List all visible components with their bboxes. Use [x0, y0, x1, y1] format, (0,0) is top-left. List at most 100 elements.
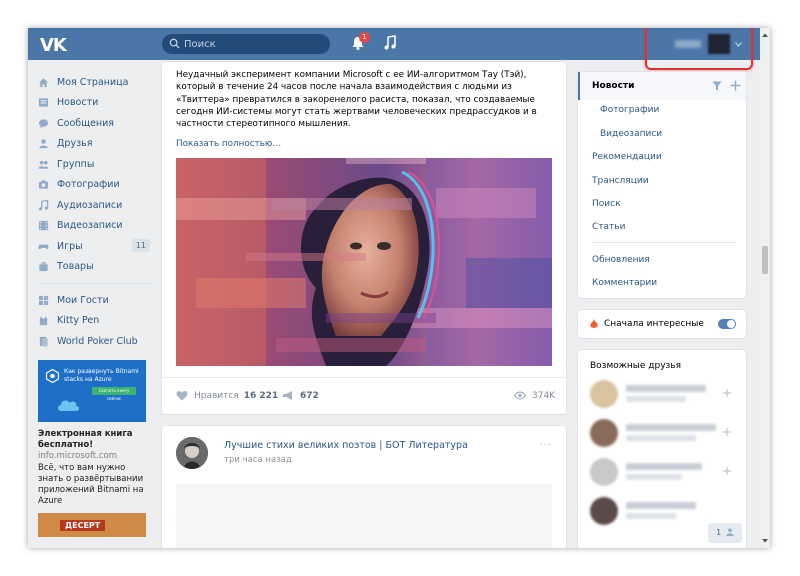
fire-icon — [590, 319, 598, 328]
browser-window: VK 1 Моя Страница Новости — [28, 28, 770, 548]
sidebar-item-video[interactable]: Видеозаписи — [38, 216, 150, 237]
home-icon — [38, 78, 49, 87]
interesting-first-label: Сначала интересные — [604, 319, 704, 329]
ad-banner-button[interactable]: Скачать книгу сейчас — [92, 386, 136, 401]
ad-banner-2[interactable]: ДЕСЕРТ — [38, 512, 146, 537]
menu-item-videos[interactable]: Видеозаписи — [600, 129, 662, 139]
app-grid-icon — [38, 295, 49, 305]
filter-icon[interactable] — [712, 81, 722, 91]
interesting-first-toggle-row[interactable]: Сначала интересные — [578, 310, 746, 338]
like-count: 16 221 — [243, 390, 279, 401]
games-count-badge: 11 — [131, 239, 150, 252]
notification-badge: 1 — [359, 32, 370, 43]
bitnami-logo-icon — [46, 368, 59, 383]
music-note-icon — [384, 35, 396, 50]
menu-item-articles[interactable]: Статьи — [592, 222, 625, 232]
friend-name-blurred — [626, 424, 716, 431]
post-image-placeholder[interactable] — [176, 484, 552, 548]
plus-icon[interactable] — [730, 80, 741, 91]
possible-friends-block: Возможные друзья 1 — [578, 350, 746, 548]
cloud-icon — [58, 400, 79, 411]
search-box[interactable] — [162, 34, 330, 54]
friends-icon — [39, 139, 48, 149]
camera-icon — [38, 180, 49, 189]
news-icon — [38, 98, 49, 107]
sidebar-item-label: Аудиозаписи — [57, 199, 123, 211]
menu-divider — [592, 242, 736, 243]
sidebar-item-label: Друзья — [57, 138, 93, 150]
like-button[interactable]: Нравится 16 221 — [176, 390, 278, 401]
post-menu-button[interactable]: ··· — [539, 440, 552, 451]
ad-title[interactable]: Электронная книга бесплатно! — [38, 429, 150, 451]
menu-item-comments[interactable]: Комментарии — [592, 278, 657, 288]
music-icon — [38, 199, 49, 211]
sidebar-item-label: Игры — [57, 240, 83, 252]
search-icon — [169, 38, 180, 49]
news-filter-menu: Новости Фотографии Видеозаписи Рекоменда… — [578, 72, 746, 298]
menu-item-recommendations[interactable]: Рекомендации — [592, 152, 662, 162]
music-button[interactable] — [383, 35, 397, 51]
notifications-button[interactable]: 1 — [350, 32, 370, 51]
add-friend-icon[interactable] — [722, 427, 732, 437]
groups-icon — [38, 160, 49, 169]
menu-item-search[interactable]: Поиск — [592, 199, 621, 209]
heart-icon — [176, 391, 188, 401]
share-button[interactable]: 672 — [282, 390, 319, 401]
sidebar-app-world-poker[interactable]: World Poker Club — [38, 331, 150, 352]
bag-icon — [39, 262, 48, 272]
megaphone-icon — [283, 391, 292, 400]
ad-banner[interactable]: Как развернуть Bitnami stacks на Azure С… — [38, 359, 146, 422]
share-count: 672 — [300, 390, 319, 401]
scrollbar-thumb[interactable] — [762, 246, 768, 274]
sidebar-item-goods[interactable]: Товары — [38, 257, 150, 278]
show-more-link[interactable]: Показать полностью… — [176, 139, 281, 149]
friend-suggestion[interactable] — [590, 419, 740, 449]
ad-banner-2-label: ДЕСЕРТ — [60, 519, 106, 531]
sidebar-item-audio[interactable]: Аудиозаписи — [38, 195, 150, 216]
sidebar-item-label: Товары — [57, 261, 94, 273]
ad-url: info.microsoft.com — [38, 450, 117, 461]
sidebar-item-groups[interactable]: Группы — [38, 154, 150, 175]
app-poker-icon — [39, 336, 48, 347]
sidebar-app-my-guests[interactable]: Мои Гости — [38, 290, 150, 311]
sidebar-divider — [38, 283, 150, 284]
sidebar-item-news[interactable]: Новости — [38, 93, 150, 114]
scroll-down-icon[interactable] — [761, 538, 769, 544]
add-friend-icon[interactable] — [722, 466, 732, 476]
sidebar-item-my-page[interactable]: Моя Страница — [38, 72, 150, 93]
friend-suggestion[interactable] — [590, 380, 740, 410]
ad-description: Всё, что вам нужно знать о развёртывании… — [38, 462, 144, 506]
possible-friends-title[interactable]: Возможные друзья — [590, 361, 681, 371]
post-image[interactable] — [176, 158, 552, 366]
post-timestamp[interactable]: три часа назад — [224, 455, 292, 465]
avatar — [590, 458, 618, 486]
menu-item-broadcasts[interactable]: Трансляции — [592, 176, 649, 186]
sidebar-app-kitty-pen[interactable]: Kitty Pen — [38, 311, 150, 332]
sidebar-item-label: Видеозаписи — [57, 220, 123, 232]
like-label: Нравится — [194, 390, 239, 401]
sidebar-item-games[interactable]: Игры 11 — [38, 236, 150, 257]
menu-item-news[interactable]: Новости — [592, 81, 634, 91]
scroll-up-icon[interactable] — [761, 32, 769, 38]
sidebar-item-photos[interactable]: Фотографии — [38, 175, 150, 196]
ad-banner-text: Как развернуть Bitnami stacks на Azure — [64, 367, 139, 383]
friend-name-blurred — [626, 463, 702, 470]
friends-count: 1 — [716, 528, 722, 537]
post-author-link[interactable]: Лучшие стихи великих поэтов | БОТ Литера… — [224, 440, 468, 451]
author-avatar[interactable] — [176, 437, 208, 469]
sidebar-item-label: Новости — [57, 97, 99, 109]
friends-count-badge[interactable]: 1 — [708, 523, 742, 543]
sidebar-item-messages[interactable]: Сообщения — [38, 113, 150, 134]
search-input[interactable] — [184, 34, 324, 54]
highlight-box — [645, 28, 753, 70]
friend-name-blurred — [626, 385, 706, 392]
page-scrollbar[interactable] — [760, 28, 770, 548]
friend-suggestion[interactable] — [590, 458, 740, 488]
friend-info-blurred — [626, 435, 696, 441]
add-friend-icon[interactable] — [722, 388, 732, 398]
interesting-first-switch[interactable] — [718, 319, 736, 329]
sidebar-item-friends[interactable]: Друзья — [38, 134, 150, 155]
menu-item-photos[interactable]: Фотографии — [600, 105, 659, 115]
menu-item-updates[interactable]: Обновления — [592, 255, 650, 265]
vk-logo[interactable]: VK — [40, 35, 67, 56]
